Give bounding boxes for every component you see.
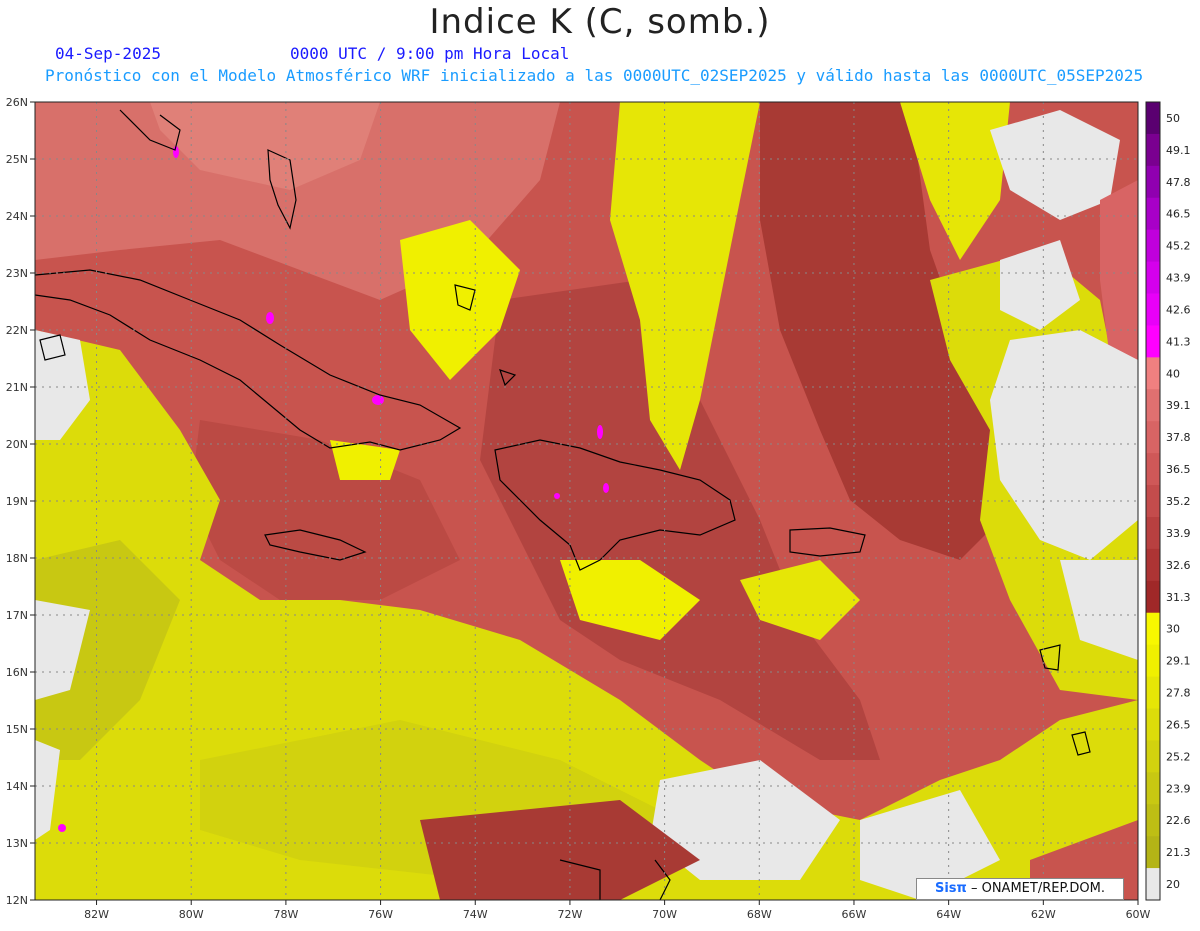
legend-label: 26.5	[1166, 718, 1191, 731]
lat-label: 21N	[6, 381, 28, 394]
legend-label: 23.9	[1166, 782, 1191, 795]
lon-label: 66W	[842, 908, 867, 921]
lat-label: 25N	[6, 153, 28, 166]
lat-label: 20N	[6, 438, 28, 451]
lon-label: 74W	[463, 908, 488, 921]
legend-swatch	[1146, 804, 1160, 837]
legend-label: 27.8	[1166, 687, 1191, 700]
legend-label: 32.6	[1166, 559, 1191, 572]
lon-label: 76W	[368, 908, 393, 921]
legend-swatch	[1146, 485, 1160, 518]
legend-swatch	[1146, 453, 1160, 486]
legend-label: 22.6	[1166, 814, 1191, 827]
legend-swatch	[1146, 836, 1160, 869]
legend-label: 41.3	[1166, 335, 1191, 348]
lon-label: 60W	[1126, 908, 1151, 921]
legend-swatch	[1146, 261, 1160, 295]
legend-swatch	[1146, 580, 1160, 614]
legend-swatch	[1146, 772, 1160, 805]
legend-label: 46.5	[1166, 208, 1191, 221]
legend-swatch	[1146, 389, 1160, 422]
credit-badge: Sisπ – ONAMET/REP.DOM.	[916, 878, 1124, 900]
legend-swatch	[1146, 165, 1160, 199]
lat-label: 13N	[6, 837, 28, 850]
map-svg: 26N 25N 24N 23N 22N 21N 20N 19N 18N 17N 16N 15N 14N 1…	[6, 96, 1191, 921]
legend-label: 49.1	[1166, 144, 1191, 157]
legend-label: 33.9	[1166, 527, 1191, 540]
legend-label: 25.2	[1166, 750, 1191, 763]
legend-swatch	[1146, 421, 1160, 454]
color-legend: 50 49.1 47.8 46.5 45.2 43.9 42.6 41.3 40 39.1 37.8…	[1145, 101, 1191, 901]
lat-label: 16N	[6, 666, 28, 679]
legend-swatch	[1146, 612, 1160, 646]
legend-label: 31.3	[1166, 591, 1191, 604]
k-index-field	[35, 102, 1138, 900]
lat-label: 14N	[6, 780, 28, 793]
legend-swatch	[1146, 868, 1160, 901]
legend-swatch	[1146, 708, 1160, 741]
legend-label: 39.1	[1166, 399, 1191, 412]
legend-label: 43.9	[1166, 272, 1191, 285]
lon-label: 82W	[84, 908, 109, 921]
legend-swatch	[1146, 644, 1160, 678]
lat-label: 19N	[6, 495, 28, 508]
legend-label: 29.1	[1166, 655, 1191, 668]
lat-label: 12N	[6, 894, 28, 907]
lon-label: 62W	[1031, 908, 1056, 921]
lon-label: 70W	[652, 908, 677, 921]
legend-swatch	[1146, 516, 1160, 550]
lat-label: 15N	[6, 723, 28, 736]
legend-swatch	[1146, 325, 1160, 358]
lon-label: 68W	[747, 908, 772, 921]
legend-label: 47.8	[1166, 176, 1191, 189]
legend-label: 36.5	[1166, 463, 1191, 476]
legend-swatch	[1146, 229, 1160, 263]
legend-swatch	[1146, 357, 1160, 390]
lat-label: 18N	[6, 552, 28, 565]
map-figure: 26N 25N 24N 23N 22N 21N 20N 19N 18N 17N 16N 15N 14N 1…	[0, 0, 1200, 927]
legend-label: 21.3	[1166, 846, 1191, 859]
legend-swatch	[1146, 293, 1160, 326]
legend-swatch	[1146, 676, 1160, 709]
legend-swatch	[1146, 197, 1160, 231]
legend-label: 37.8	[1166, 431, 1191, 444]
legend-label: 35.2	[1166, 495, 1191, 508]
legend-label: 30	[1166, 623, 1180, 636]
legend-label: 42.6	[1166, 303, 1191, 316]
legend-label: 50	[1166, 112, 1180, 125]
lat-label: 23N	[6, 267, 28, 280]
legend-label: 45.2	[1166, 240, 1191, 253]
lon-label: 78W	[273, 908, 298, 921]
lat-label: 24N	[6, 210, 28, 223]
legend-swatch	[1146, 548, 1160, 582]
legend-swatch	[1146, 740, 1160, 773]
lat-label: 17N	[6, 609, 28, 622]
legend-swatch	[1146, 102, 1160, 135]
lat-label: 22N	[6, 324, 28, 337]
legend-swatch	[1146, 133, 1160, 167]
lat-label: 26N	[6, 96, 28, 109]
lon-label: 80W	[179, 908, 204, 921]
legend-label: 20	[1166, 878, 1180, 891]
lon-label: 64W	[936, 908, 961, 921]
lon-label: 72W	[557, 908, 582, 921]
legend-label: 40	[1166, 367, 1180, 380]
